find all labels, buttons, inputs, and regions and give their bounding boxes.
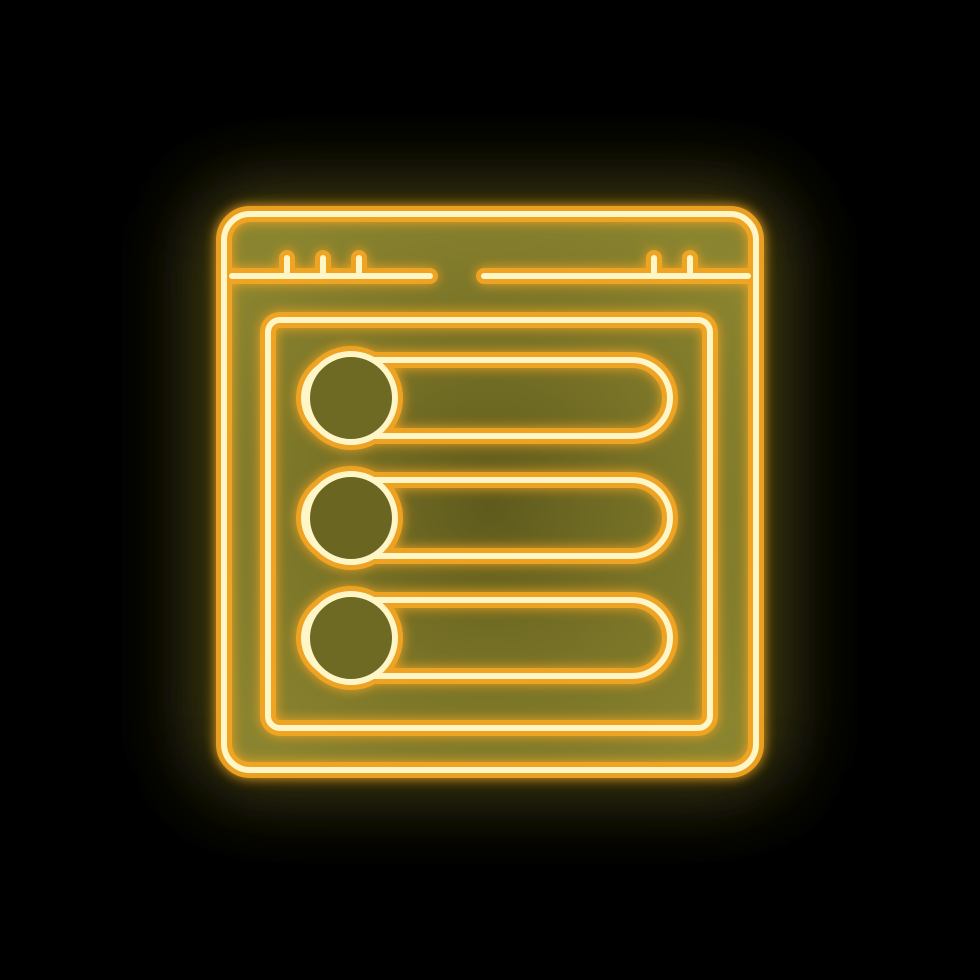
list-item-bullet-icon xyxy=(304,471,398,565)
list-item-bullet-icon xyxy=(304,591,398,685)
list-item-bullet-icon xyxy=(304,351,398,445)
window-fill xyxy=(224,214,756,770)
icon-canvas xyxy=(0,0,980,980)
browser-list-window-icon xyxy=(190,185,790,795)
